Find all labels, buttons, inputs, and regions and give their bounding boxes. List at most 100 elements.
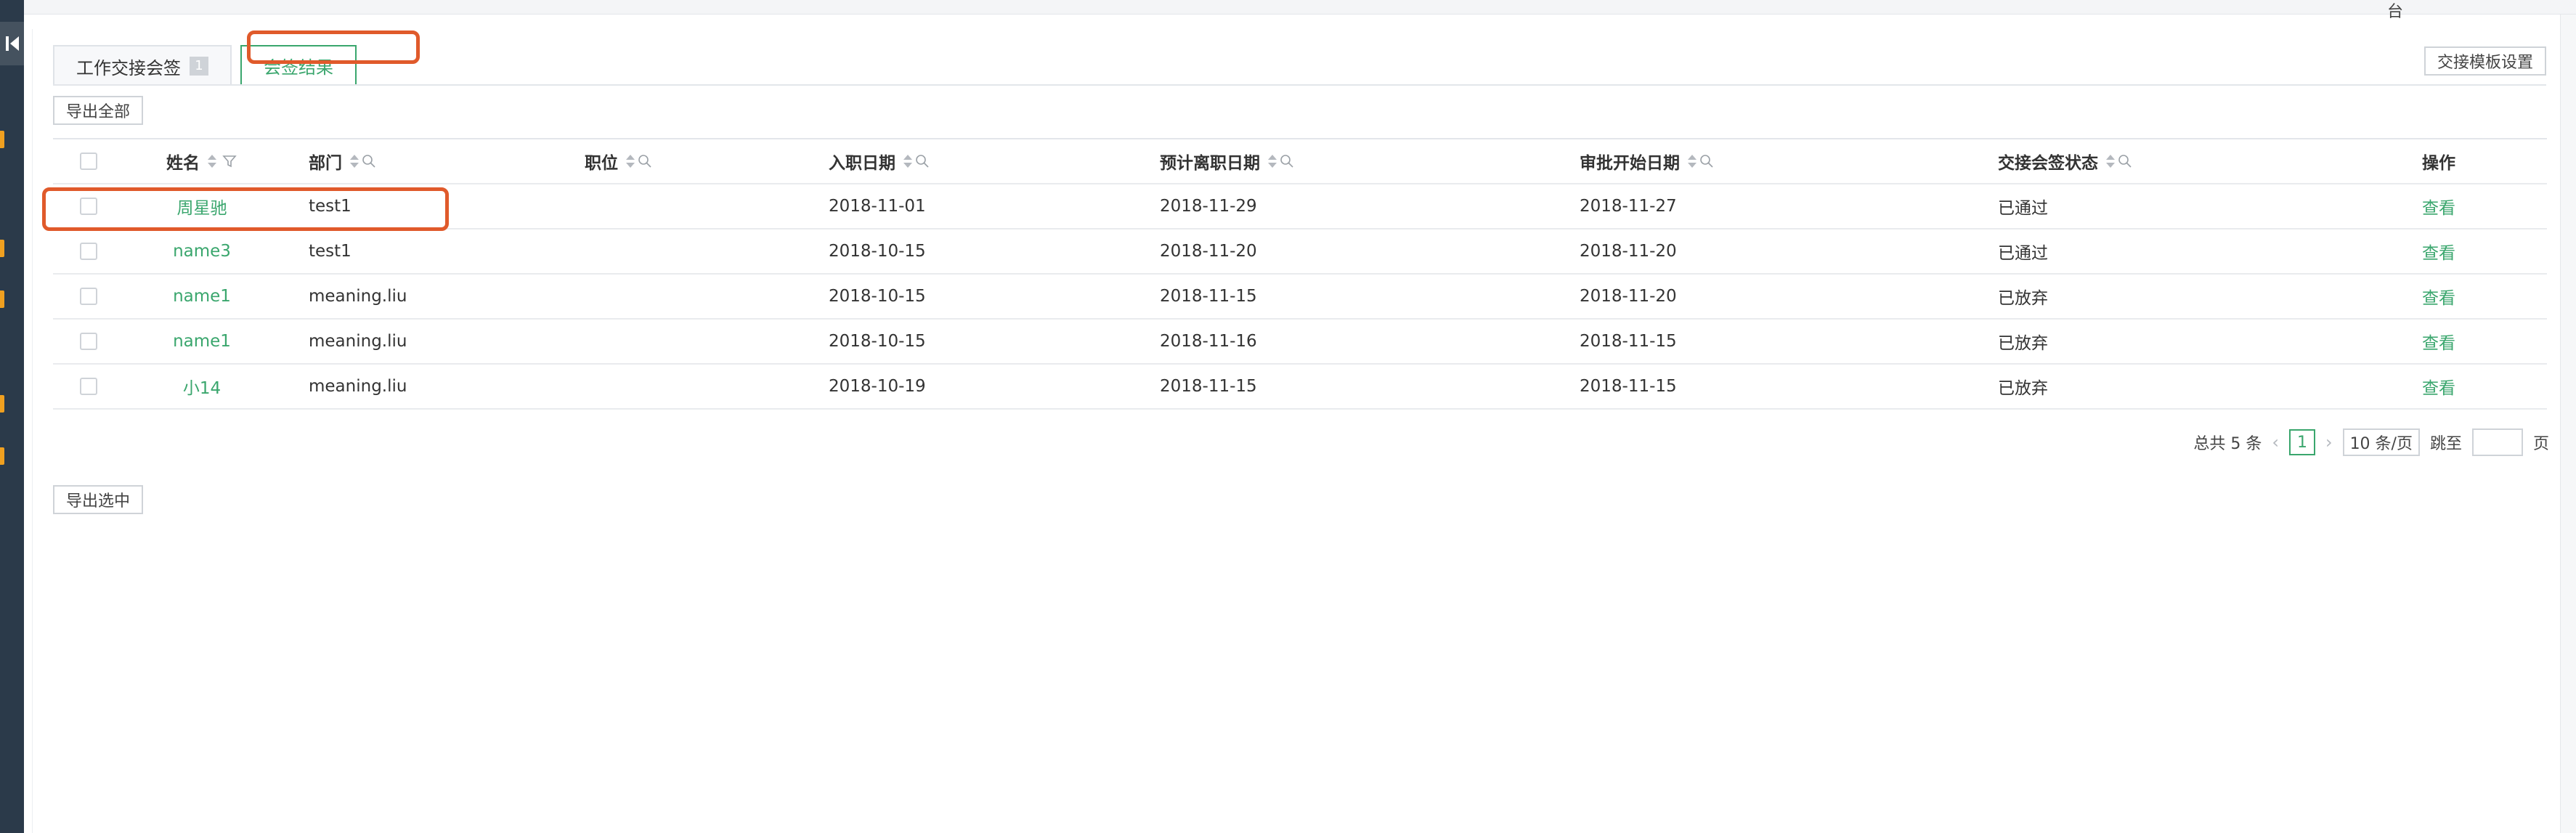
sidebar-indicator (0, 395, 4, 413)
collapse-sidebar-button[interactable] (0, 22, 24, 65)
results-table: 姓名 部门 职位 入职日期 预计离职日期 审批开始日期 交接会签状态 操作 周星… (53, 138, 2547, 410)
select-all-checkbox[interactable] (80, 153, 97, 170)
search-icon[interactable] (637, 153, 653, 169)
tab-countersign-result[interactable]: 会签结果 (240, 45, 357, 86)
column-status: 交接会签状态 (1998, 139, 2133, 183)
tab-label: 工作交接会签 (76, 57, 181, 78)
template-settings-button[interactable]: 交接模板设置 (2423, 46, 2546, 76)
status-cell: 已放弃 (1998, 289, 2048, 308)
count-badge: 1 (190, 57, 208, 76)
left-sidebar (0, 0, 24, 833)
sidebar-indicator (0, 290, 4, 308)
sidebar-indicator (0, 240, 4, 257)
view-link[interactable]: 查看 (2422, 239, 2455, 264)
view-link[interactable]: 查看 (2422, 194, 2455, 219)
top-bar-text: 台 (2387, 3, 2404, 21)
filter-icon[interactable] (222, 153, 237, 169)
view-link[interactable]: 查看 (2422, 284, 2455, 309)
search-icon[interactable] (361, 153, 377, 169)
page-size-select[interactable]: 10 条/页 (2342, 428, 2420, 456)
column-label: 部门 (309, 154, 342, 173)
export-selected-button[interactable]: 导出选中 (53, 485, 144, 514)
tab-handover-countersign[interactable]: 工作交接会签 1 (53, 45, 232, 86)
employee-name-link[interactable]: name3 (173, 242, 231, 261)
tab-label: 会签结果 (264, 57, 333, 78)
dept-cell: test1 (309, 242, 352, 261)
approve-date-cell: 2018-11-20 (1580, 287, 1677, 306)
column-label: 姓名 (166, 154, 200, 173)
dept-cell: test1 (309, 197, 352, 216)
sort-icon[interactable] (349, 153, 359, 169)
table-row: name3 test1 2018-10-15 2018-11-20 2018-1… (53, 229, 2547, 275)
employee-name-link[interactable]: name1 (173, 287, 231, 306)
column-label: 操作 (2422, 154, 2455, 173)
row-checkbox[interactable] (80, 378, 97, 395)
column-name: 姓名 (147, 139, 256, 183)
entry-date-cell: 2018-11-01 (829, 197, 926, 216)
dept-cell: meaning.liu (309, 287, 407, 306)
dept-cell: meaning.liu (309, 332, 407, 351)
prev-page-icon[interactable]: ‹ (2272, 432, 2279, 452)
column-leave-date: 预计离职日期 (1160, 139, 1295, 183)
main-panel: 工作交接会签 1 会签结果 交接模板设置 导出全部 姓名 部门 职位 入职日期 … (32, 29, 2556, 833)
column-label: 预计离职日期 (1160, 154, 1260, 173)
search-icon[interactable] (914, 153, 930, 169)
column-label: 入职日期 (829, 154, 895, 173)
total-count: 总共 5 条 (2193, 435, 2262, 453)
table-row: name1 meaning.liu 2018-10-15 2018-11-15 … (53, 275, 2547, 320)
column-position: 职位 (585, 139, 653, 183)
search-icon[interactable] (1279, 153, 1295, 169)
row-checkbox[interactable] (80, 243, 97, 260)
table-row: 周星驰 test1 2018-11-01 2018-11-29 2018-11-… (53, 184, 2547, 229)
tab-divider (53, 84, 2546, 86)
table-header: 姓名 部门 职位 入职日期 预计离职日期 审批开始日期 交接会签状态 操作 (53, 139, 2547, 184)
pagination: 总共 5 条 ‹ 1 › 10 条/页 跳至 页 (2183, 427, 2549, 458)
search-icon[interactable] (1699, 153, 1715, 169)
sort-icon[interactable] (625, 153, 635, 169)
page-suffix: 页 (2532, 435, 2549, 453)
leave-date-cell: 2018-11-20 (1160, 242, 1257, 261)
entry-date-cell: 2018-10-19 (829, 377, 926, 396)
employee-name-link[interactable]: name1 (173, 332, 231, 351)
entry-date-cell: 2018-10-15 (829, 242, 926, 261)
export-all-button[interactable]: 导出全部 (53, 96, 144, 125)
sort-icon[interactable] (1267, 153, 1277, 169)
column-entry-date: 入职日期 (829, 139, 930, 183)
row-checkbox[interactable] (80, 333, 97, 350)
sidebar-indicator (0, 131, 4, 148)
column-label: 职位 (585, 154, 618, 173)
sidebar-indicator (0, 447, 4, 465)
row-checkbox[interactable] (80, 198, 97, 215)
next-page-icon[interactable]: › (2325, 432, 2333, 452)
status-cell: 已放弃 (1998, 379, 2048, 398)
search-icon[interactable] (2117, 153, 2133, 169)
view-link[interactable]: 查看 (2422, 329, 2455, 354)
row-checkbox[interactable] (80, 288, 97, 305)
sort-icon[interactable] (2105, 153, 2116, 169)
leave-date-cell: 2018-11-29 (1160, 197, 1257, 216)
column-label: 审批开始日期 (1580, 154, 1680, 173)
table-row: name1 meaning.liu 2018-10-15 2018-11-16 … (53, 320, 2547, 365)
dept-cell: meaning.liu (309, 377, 407, 396)
entry-date-cell: 2018-10-15 (829, 332, 926, 351)
leave-date-cell: 2018-11-16 (1160, 332, 1257, 351)
sort-icon[interactable] (1687, 153, 1697, 169)
jump-page-input[interactable] (2471, 428, 2523, 456)
view-link[interactable]: 查看 (2422, 374, 2455, 399)
sort-icon[interactable] (903, 153, 913, 169)
column-approve-date: 审批开始日期 (1580, 139, 1715, 183)
entry-date-cell: 2018-10-15 (829, 287, 926, 306)
collapse-left-icon (5, 36, 19, 51)
tab-bar: 工作交接会签 1 会签结果 (53, 45, 365, 86)
column-operation: 操作 (2422, 139, 2455, 183)
approve-date-cell: 2018-11-15 (1580, 332, 1677, 351)
approve-date-cell: 2018-11-27 (1580, 197, 1677, 216)
employee-name-link[interactable]: 周星驰 (177, 194, 227, 219)
leave-date-cell: 2018-11-15 (1160, 377, 1257, 396)
sort-icon[interactable] (207, 153, 217, 169)
employee-name-link[interactable]: 小14 (183, 374, 221, 399)
page-number-button[interactable]: 1 (2288, 429, 2315, 455)
vertical-scrollbar[interactable] (2560, 15, 2576, 833)
status-cell: 已通过 (1998, 199, 2048, 218)
approve-date-cell: 2018-11-20 (1580, 242, 1677, 261)
